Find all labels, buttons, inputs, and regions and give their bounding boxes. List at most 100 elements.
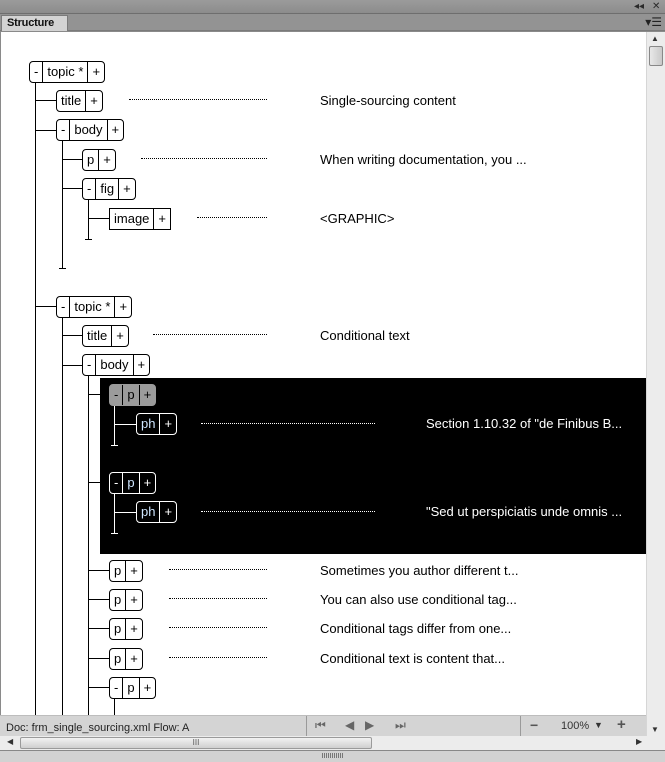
collapse-button[interactable]: - [110,678,122,698]
zoom-out-button[interactable]: − [530,717,538,733]
tree-node-fig[interactable]: - fig + [82,178,136,200]
tree-line [89,687,109,688]
zoom-in-button[interactable]: + [617,716,626,733]
first-page-icon[interactable]: ⏮ [315,718,326,733]
element-content-text: Conditional text [320,328,410,343]
collapse-button[interactable]: - [83,179,95,199]
insert-button[interactable]: + [114,297,131,317]
collapse-button[interactable]: - [30,62,42,82]
tree-node-topic[interactable]: - topic * + [29,61,106,83]
insert-button[interactable]: + [118,179,135,199]
element-tag[interactable]: topic * [69,297,114,317]
tree-node-body[interactable]: - body + [82,354,151,376]
close-icon[interactable]: ✕ [652,0,660,13]
insert-button[interactable]: + [125,649,142,669]
zoom-dropdown-icon[interactable]: ▼ [594,720,603,730]
tree-line [114,493,115,534]
grip-icon[interactable] [322,753,344,758]
last-page-icon[interactable]: ⏭ [395,718,406,733]
element-tag[interactable]: p [122,678,138,698]
element-tag[interactable]: title [83,326,111,346]
insert-button[interactable]: + [138,678,156,698]
element-tag[interactable]: p [83,150,98,170]
element-tag[interactable]: body [95,355,132,375]
element-tag[interactable]: p [122,385,138,405]
insert-button[interactable]: + [125,561,142,581]
element-tag[interactable]: p [122,473,138,493]
scroll-right-arrow-icon[interactable]: ▶ [636,737,642,746]
zoom-level[interactable]: 100% [561,720,589,732]
tree-node-ph[interactable]: ph + [136,501,178,523]
insert-button[interactable]: + [125,619,142,639]
horizontal-scroll-thumb[interactable]: III [20,737,372,749]
element-tag[interactable]: ph [137,502,159,522]
insert-button[interactable]: + [125,590,142,610]
collapse-button[interactable]: - [83,355,95,375]
tree-node-p[interactable]: p + [82,149,116,171]
tree-node-p[interactable]: p + [109,618,143,640]
leader-dots [153,334,267,336]
tree-node-body[interactable]: - body + [56,119,125,141]
collapse-button[interactable]: - [110,385,122,405]
tree-node-topic[interactable]: - topic * + [56,296,133,318]
scroll-up-arrow-icon[interactable]: ▲ [651,34,659,43]
tree-node-image[interactable]: image + [109,208,172,230]
tree-node-title[interactable]: title + [82,325,129,347]
element-tag[interactable]: image [110,209,153,229]
vertical-scrollbar[interactable]: ▲ ▼ [646,32,665,736]
tree-node-ph[interactable]: ph + [136,413,178,435]
element-tag[interactable]: fig [95,179,118,199]
tree-node-p[interactable]: p + [109,648,143,670]
scroll-down-arrow-icon[interactable]: ▼ [651,725,659,734]
tree-node-p[interactable]: - p + [109,472,157,494]
element-tag[interactable]: body [69,120,106,140]
tree-line [59,268,66,269]
next-page-icon[interactable]: ▶ [365,718,374,732]
resize-corner[interactable] [646,736,665,750]
collapse-button[interactable]: - [57,120,69,140]
tree-line [36,130,57,131]
double-chevron-left-icon[interactable]: ◂◂ [634,0,644,13]
insert-button[interactable]: + [106,120,124,140]
insert-button[interactable]: + [138,473,156,493]
tree-node-p[interactable]: p + [109,589,143,611]
insert-button[interactable]: + [153,209,170,229]
element-tag[interactable]: title [57,91,85,111]
panel-menu-icon[interactable]: ▾☰ [645,15,662,29]
collapse-button[interactable]: - [57,297,69,317]
tree-line [88,376,89,715]
insert-button[interactable]: + [159,414,176,434]
scroll-left-arrow-icon[interactable]: ◀ [7,737,13,746]
insert-button[interactable]: + [159,502,176,522]
insert-button[interactable]: + [111,326,128,346]
tree-node-title[interactable]: title + [56,90,103,112]
panel-tabbar: Structure View ▾☰ [0,14,665,44]
insert-button[interactable]: + [98,150,115,170]
tab-structure-view[interactable]: Structure View [1,15,68,44]
element-tag[interactable]: p [110,561,125,581]
element-tag[interactable]: p [110,590,125,610]
insert-button[interactable]: + [132,355,150,375]
insert-button[interactable]: + [85,91,102,111]
horizontal-scrollbar[interactable]: ◀ III ▶ [0,736,646,750]
tree-line [89,394,109,395]
tree-line [114,405,115,446]
element-tag[interactable]: ph [137,414,159,434]
tree-node-p[interactable]: p + [109,560,143,582]
tree-line [89,570,109,571]
leader-dots [169,657,267,659]
document-flow-label: Doc: frm_single_sourcing.xml Flow: A [6,722,190,734]
insert-button[interactable]: + [138,385,156,405]
insert-button[interactable]: + [87,62,104,82]
element-tag[interactable]: p [110,649,125,669]
collapse-button[interactable]: - [110,473,122,493]
panel-resize-grip[interactable] [0,750,665,762]
previous-page-icon[interactable]: ◀ [345,718,354,732]
vertical-scroll-thumb[interactable] [649,46,663,66]
tree-node-p[interactable]: - p + [109,677,157,699]
tree-node-p-selected[interactable]: - p + [109,384,157,406]
structure-canvas[interactable]: - topic * + title + Single-sourcing cont… [1,32,646,715]
element-tag[interactable]: topic * [42,62,87,82]
selection-highlight [100,379,646,554]
element-tag[interactable]: p [110,619,125,639]
